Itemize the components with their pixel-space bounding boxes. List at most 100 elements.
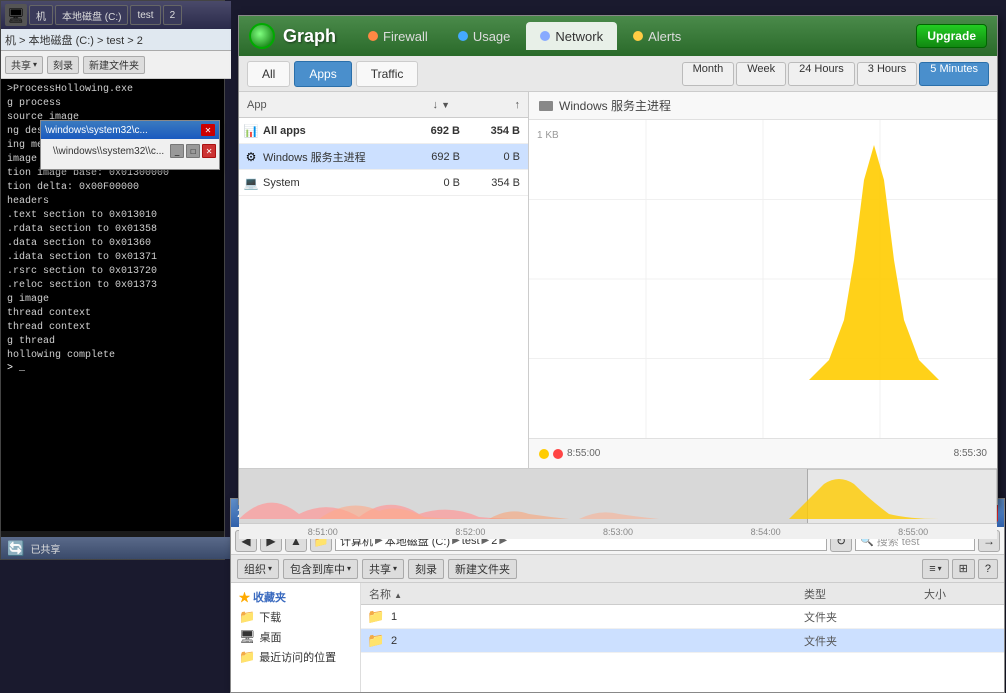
tab-alerts[interactable]: Alerts (619, 22, 695, 50)
toolbar-bar: 共享▾ 刻录 新建文件夹 (1, 51, 231, 79)
terminal-window: 🖥 机 本地磁盘 (C:) test 2 机 > 本地磁盘 (C:) > tes… (0, 0, 225, 560)
explorer-body: ★ 收藏夹 📁 下载 🖥 桌面 📁 最近访问的位置 (231, 583, 1004, 692)
min-btn[interactable]: _ (170, 144, 184, 158)
time-label-2: 8:55:30 (954, 448, 987, 459)
overview-time-2: 8:52:00 (397, 527, 545, 537)
overview-time-1: 8:51:00 (249, 527, 397, 537)
graph-title-icon (539, 101, 553, 111)
fh-size: 大小 (924, 586, 1004, 602)
file-type-2: 文件夹 (804, 633, 924, 649)
tab-firewall[interactable]: Firewall (354, 22, 442, 50)
fh-name: 名称 ▲ (361, 586, 804, 602)
graph-spike (809, 145, 939, 380)
btn-5min[interactable]: 5 Minutes (919, 62, 989, 86)
folder-icon-recent: 📁 (239, 649, 255, 665)
folder-icon-desktop: 🖥 (239, 629, 256, 645)
file-name-1: 1 (387, 611, 804, 623)
netmon-app-title: Graph (283, 26, 336, 47)
subtab-all[interactable]: All (247, 61, 290, 87)
explorer-files: 名称 ▲ 类型 大小 📁 1 文件夹 📁 2 文件夹 (361, 583, 1004, 692)
netmon-logo (249, 23, 275, 49)
subtab-traffic[interactable]: Traffic (356, 61, 419, 87)
overview-time-3: 8:53:00 (544, 527, 692, 537)
graph-area: Windows 服务主进程 1 KB (529, 92, 997, 468)
graph-title-text: Windows 服务主进程 (559, 97, 671, 114)
col-header-app: App (239, 99, 388, 111)
sidebar-item-downloads[interactable]: 📁 下载 (235, 607, 356, 627)
status-bar: 🔄 已共享 (1, 537, 231, 559)
col-header-up: ↑ (458, 99, 528, 111)
help-btn[interactable]: ? (978, 559, 998, 579)
time-buttons: Month Week 24 Hours 3 Hours 5 Minutes (682, 62, 989, 86)
small-dialog-label: \\windows\\system32\\c... (53, 146, 164, 157)
row-down-winservice: 692 B (408, 151, 468, 163)
taskbar-icon-1: 🖥 (5, 4, 27, 26)
btn-3h[interactable]: 3 Hours (857, 62, 918, 86)
burn-btn[interactable]: 刻录 (47, 56, 79, 74)
file-row[interactable]: 📁 2 文件夹 (361, 629, 1004, 653)
small-dialog-title-text: \windows\system32\c... (45, 125, 148, 136)
time-dot-red (553, 449, 563, 459)
row-up-allapps: 354 B (468, 125, 528, 137)
sidebar-downloads-label: 下载 (259, 609, 281, 625)
small-dialog-titlebar: \windows\system32\c... ✕ (41, 121, 219, 139)
taskbar-item-test[interactable]: test (130, 5, 160, 25)
small-dialog-close[interactable]: ✕ (201, 124, 215, 136)
new-folder-btn2[interactable]: 新建文件夹 (448, 559, 517, 579)
tab-network-label: Network (555, 29, 603, 44)
file-row[interactable]: 📁 1 文件夹 (361, 605, 1004, 629)
overview-strip[interactable] (239, 468, 997, 523)
share-btn2[interactable]: 共享▾ (362, 559, 404, 579)
include-library-btn[interactable]: 包含到库中▾ (283, 559, 358, 579)
small-dialog-body: \\windows\\system32\\c... _ □ ✕ (41, 139, 219, 163)
burn-btn2[interactable]: 刻录 (408, 559, 444, 579)
row-name-winservice: Windows 服务主进程 (263, 149, 408, 165)
col-header-down: ↓ ▼ (388, 99, 458, 111)
graph-time-bar: 8:55:00 8:55:30 (529, 438, 997, 468)
close-btn[interactable]: ✕ (202, 144, 216, 158)
overview-time-4: 8:54:00 (692, 527, 840, 537)
btn-month[interactable]: Month (682, 62, 735, 86)
table-row[interactable]: 💻 System 0 B 354 B (239, 170, 528, 196)
btn-week[interactable]: Week (736, 62, 786, 86)
row-icon-allapps: 📊 (243, 123, 259, 139)
small-dialog: \windows\system32\c... ✕ \\windows\\syst… (40, 120, 220, 170)
upgrade-button[interactable]: Upgrade (916, 24, 987, 48)
overview-svg (239, 469, 997, 523)
tab-network[interactable]: Network (526, 22, 617, 50)
overview-time-5: 8:55:00 (839, 527, 987, 537)
row-name-system: System (263, 177, 408, 189)
usage-dot (458, 31, 468, 41)
tab-usage[interactable]: Usage (444, 22, 525, 50)
organize-btn[interactable]: 组织▾ (237, 559, 279, 579)
taskbar-item-machine[interactable]: 机 (29, 5, 53, 25)
file-type-1: 文件夹 (804, 609, 924, 625)
btn-24h[interactable]: 24 Hours (788, 62, 855, 86)
file-icon-2: 📁 (367, 632, 387, 649)
taskbar-item-2[interactable]: 2 (163, 5, 183, 25)
row-icon-winservice: ⚙ (243, 149, 259, 165)
row-name-allapps: All apps (263, 125, 408, 137)
netmon-titlebar: Graph Firewall Usage Network Alerts Upgr… (239, 16, 997, 56)
sidebar-item-desktop[interactable]: 🖥 桌面 (235, 627, 356, 647)
sidebar-desktop-label: 桌面 (260, 629, 282, 645)
taskbar-item-drive[interactable]: 本地磁盘 (C:) (55, 5, 128, 25)
subtab-apps[interactable]: Apps (294, 61, 351, 87)
row-down-allapps: 692 B (408, 125, 468, 137)
tab-firewall-label: Firewall (383, 29, 428, 44)
new-folder-btn[interactable]: 新建文件夹 (83, 56, 145, 74)
table-row[interactable]: 📊 All apps 692 B 354 B (239, 118, 528, 144)
explorer-toolbar2: 组织▾ 包含到库中▾ 共享▾ 刻录 新建文件夹 ≡▾ ⊞ ? (231, 555, 1004, 583)
netmon-window: Graph Firewall Usage Network Alerts Upgr… (238, 15, 998, 505)
sidebar-recent-label: 最近访问的位置 (259, 649, 336, 665)
table-row[interactable]: ⚙ Windows 服务主进程 692 B 0 B (239, 144, 528, 170)
share-btn[interactable]: 共享▾ (5, 56, 43, 74)
sidebar-item-recent[interactable]: 📁 最近访问的位置 (235, 647, 356, 667)
netmon-tabs: Firewall Usage Network Alerts (354, 22, 695, 50)
time-labels-strip: 8:51:00 8:52:00 8:53:00 8:54:00 8:55:00 (239, 523, 997, 539)
view-list-btn[interactable]: ≡▾ (922, 559, 948, 579)
view-details-btn[interactable]: ⊞ (952, 559, 975, 579)
max-btn[interactable]: □ (186, 144, 200, 158)
file-icon-1: 📁 (367, 608, 387, 625)
view-btns: ≡▾ ⊞ ? (922, 559, 998, 579)
